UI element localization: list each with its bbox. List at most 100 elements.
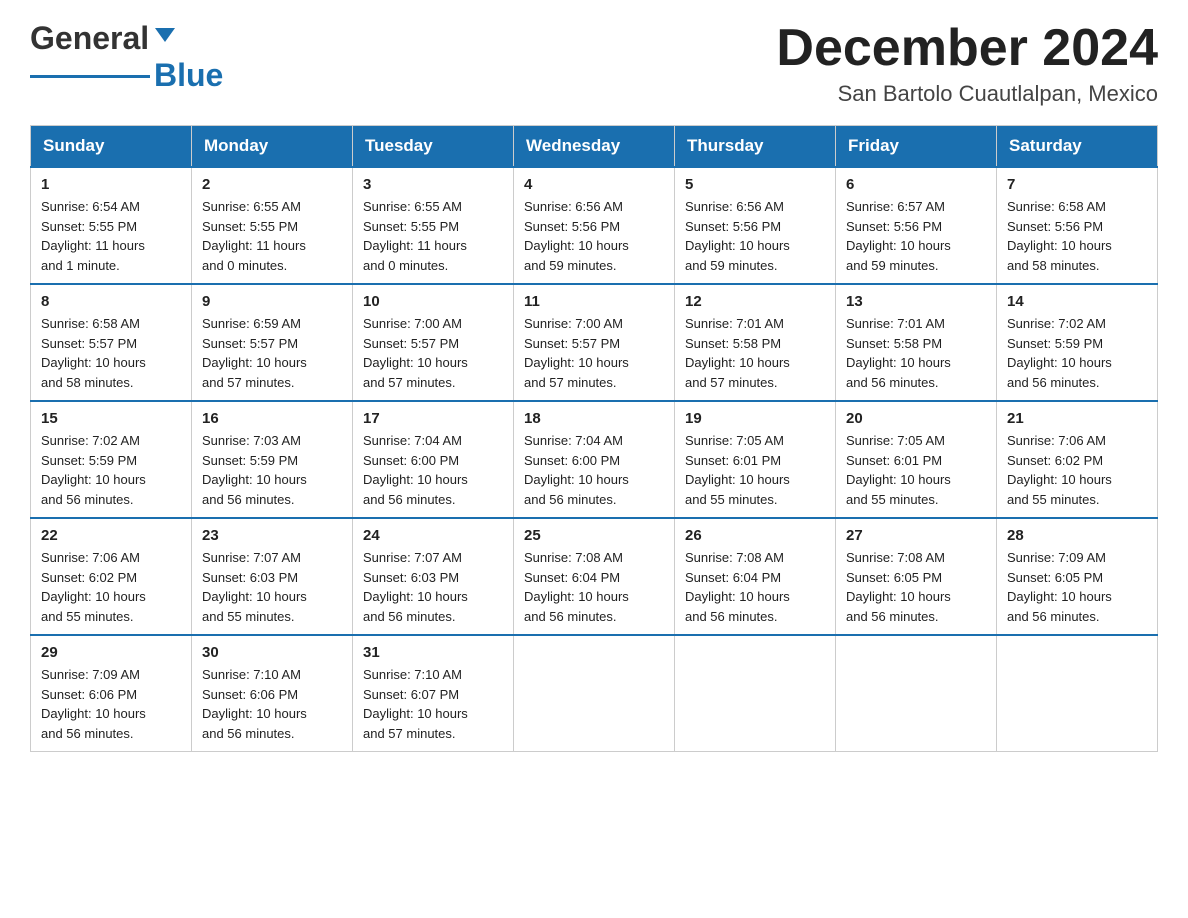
calendar-day-cell: 21Sunrise: 7:06 AM Sunset: 6:02 PM Dayli… — [997, 401, 1158, 518]
day-number: 28 — [1007, 527, 1147, 544]
day-info: Sunrise: 6:58 AM Sunset: 5:57 PM Dayligh… — [41, 314, 181, 392]
day-number: 9 — [202, 293, 342, 310]
calendar-day-cell: 9Sunrise: 6:59 AM Sunset: 5:57 PM Daylig… — [192, 284, 353, 401]
day-number: 20 — [846, 410, 986, 427]
day-number: 12 — [685, 293, 825, 310]
calendar-empty-cell — [675, 635, 836, 752]
calendar-empty-cell — [836, 635, 997, 752]
day-number: 26 — [685, 527, 825, 544]
day-number: 11 — [524, 293, 664, 310]
calendar-day-cell: 19 Sunrise: 7:05 AM Sunset: 6:01 PM Dayli… — [675, 401, 836, 518]
day-number: 21 — [1007, 410, 1147, 427]
day-info: Sunrise: 7:05 AM Sunset: 6:01 PM Dayligh… — [685, 431, 825, 509]
day-number: 19 — [685, 410, 825, 427]
calendar-day-cell: 4Sunrise: 6:56 AM Sunset: 5:56 PM Daylig… — [514, 167, 675, 284]
calendar-day-cell: 29Sunrise: 7:09 AM Sunset: 6:06 PM Dayli… — [31, 635, 192, 752]
logo-underline — [30, 75, 150, 78]
day-number: 24 — [363, 527, 503, 544]
day-info: Sunrise: 7:08 AM Sunset: 6:04 PM Dayligh… — [524, 548, 664, 626]
day-number: 8 — [41, 293, 181, 310]
calendar-day-cell: 14Sunrise: 7:02 AM Sunset: 5:59 PM Dayli… — [997, 284, 1158, 401]
calendar-week-row: 1 Sunrise: 6:54 AM Sunset: 5:55 PM Daylig… — [31, 167, 1158, 284]
day-number: 16 — [202, 410, 342, 427]
calendar-day-cell: 24 Sunrise: 7:07 AM Sunset: 6:03 PM Dayli… — [353, 518, 514, 635]
logo-text: General — [30, 20, 177, 57]
calendar-day-cell: 3Sunrise: 6:55 AM Sunset: 5:55 PM Daylig… — [353, 167, 514, 284]
calendar-day-cell: 10Sunrise: 7:00 AM Sunset: 5:57 PM Dayli… — [353, 284, 514, 401]
day-number: 4 — [524, 176, 664, 193]
day-number: 30 — [202, 644, 342, 661]
day-info: Sunrise: 7:10 AM Sunset: 6:06 PM Dayligh… — [202, 665, 342, 743]
calendar-day-cell: 18 Sunrise: 7:04 AM Sunset: 6:00 PM Dayli… — [514, 401, 675, 518]
day-number: 31 — [363, 644, 503, 661]
page-header: General Blue December 2024 San Bartolo C… — [30, 20, 1158, 107]
logo-general: General — [30, 20, 149, 57]
day-number: 18 — [524, 410, 664, 427]
column-header-monday: Monday — [192, 126, 353, 168]
day-info: Sunrise: 7:09 AM Sunset: 6:05 PM Dayligh… — [1007, 548, 1147, 626]
day-number: 5 — [685, 176, 825, 193]
day-number: 22 — [41, 527, 181, 544]
day-number: 27 — [846, 527, 986, 544]
calendar-day-cell: 1 Sunrise: 6:54 AM Sunset: 5:55 PM Daylig… — [31, 167, 192, 284]
day-number: 15 — [41, 410, 181, 427]
day-info: Sunrise: 6:54 AM Sunset: 5:55 PM Dayligh… — [41, 197, 181, 275]
calendar-week-row: 8 Sunrise: 6:58 AM Sunset: 5:57 PM Daylig… — [31, 284, 1158, 401]
column-header-tuesday: Tuesday — [353, 126, 514, 168]
calendar-day-cell: 8 Sunrise: 6:58 AM Sunset: 5:57 PM Daylig… — [31, 284, 192, 401]
calendar-day-cell: 26 Sunrise: 7:08 AM Sunset: 6:04 PM Dayli… — [675, 518, 836, 635]
column-header-wednesday: Wednesday — [514, 126, 675, 168]
calendar-week-row: 22Sunrise: 7:06 AM Sunset: 6:02 PM Dayli… — [31, 518, 1158, 635]
day-info: Sunrise: 7:04 AM Sunset: 6:00 PM Dayligh… — [524, 431, 664, 509]
day-number: 7 — [1007, 176, 1147, 193]
calendar-day-cell: 7 Sunrise: 6:58 AM Sunset: 5:56 PM Daylig… — [997, 167, 1158, 284]
calendar-day-cell: 23Sunrise: 7:07 AM Sunset: 6:03 PM Dayli… — [192, 518, 353, 635]
calendar-week-row: 15 Sunrise: 7:02 AM Sunset: 5:59 PM Dayli… — [31, 401, 1158, 518]
day-number: 1 — [41, 176, 181, 193]
calendar-day-cell: 30 Sunrise: 7:10 AM Sunset: 6:06 PM Dayli… — [192, 635, 353, 752]
calendar-day-cell: 13 Sunrise: 7:01 AM Sunset: 5:58 PM Dayli… — [836, 284, 997, 401]
day-info: Sunrise: 6:58 AM Sunset: 5:56 PM Dayligh… — [1007, 197, 1147, 275]
day-info: Sunrise: 6:55 AM Sunset: 5:55 PM Dayligh… — [363, 197, 503, 275]
calendar-day-cell: 2Sunrise: 6:55 AM Sunset: 5:55 PM Daylig… — [192, 167, 353, 284]
day-number: 10 — [363, 293, 503, 310]
day-info: Sunrise: 6:57 AM Sunset: 5:56 PM Dayligh… — [846, 197, 986, 275]
day-info: Sunrise: 7:01 AM Sunset: 5:58 PM Dayligh… — [846, 314, 986, 392]
column-header-saturday: Saturday — [997, 126, 1158, 168]
calendar-day-cell: 6 Sunrise: 6:57 AM Sunset: 5:56 PM Daylig… — [836, 167, 997, 284]
calendar-day-cell: 15 Sunrise: 7:02 AM Sunset: 5:59 PM Dayli… — [31, 401, 192, 518]
day-info: Sunrise: 7:08 AM Sunset: 6:04 PM Dayligh… — [685, 548, 825, 626]
column-header-sunday: Sunday — [31, 126, 192, 168]
calendar-day-cell: 20 Sunrise: 7:05 AM Sunset: 6:01 PM Dayli… — [836, 401, 997, 518]
day-number: 13 — [846, 293, 986, 310]
day-info: Sunrise: 7:05 AM Sunset: 6:01 PM Dayligh… — [846, 431, 986, 509]
logo-triangle-wrapper — [153, 32, 175, 46]
day-number: 29 — [41, 644, 181, 661]
calendar-day-cell: 12 Sunrise: 7:01 AM Sunset: 5:58 PM Dayli… — [675, 284, 836, 401]
day-info: Sunrise: 7:07 AM Sunset: 6:03 PM Dayligh… — [202, 548, 342, 626]
day-info: Sunrise: 6:55 AM Sunset: 5:55 PM Dayligh… — [202, 197, 342, 275]
day-number: 6 — [846, 176, 986, 193]
calendar-day-cell: 11 Sunrise: 7:00 AM Sunset: 5:57 PM Dayli… — [514, 284, 675, 401]
day-info: Sunrise: 7:00 AM Sunset: 5:57 PM Dayligh… — [524, 314, 664, 392]
calendar-day-cell: 25Sunrise: 7:08 AM Sunset: 6:04 PM Dayli… — [514, 518, 675, 635]
day-info: Sunrise: 7:07 AM Sunset: 6:03 PM Dayligh… — [363, 548, 503, 626]
calendar-empty-cell — [514, 635, 675, 752]
day-number: 14 — [1007, 293, 1147, 310]
day-info: Sunrise: 7:04 AM Sunset: 6:00 PM Dayligh… — [363, 431, 503, 509]
logo: General Blue — [30, 20, 223, 94]
logo-bottom: Blue — [30, 57, 223, 94]
day-info: Sunrise: 7:02 AM Sunset: 5:59 PM Dayligh… — [41, 431, 181, 509]
calendar-day-cell: 28 Sunrise: 7:09 AM Sunset: 6:05 PM Dayli… — [997, 518, 1158, 635]
calendar-day-cell: 5Sunrise: 6:56 AM Sunset: 5:56 PM Daylig… — [675, 167, 836, 284]
day-info: Sunrise: 7:08 AM Sunset: 6:05 PM Dayligh… — [846, 548, 986, 626]
calendar-day-cell: 17Sunrise: 7:04 AM Sunset: 6:00 PM Dayli… — [353, 401, 514, 518]
day-info: Sunrise: 7:03 AM Sunset: 5:59 PM Dayligh… — [202, 431, 342, 509]
day-info: Sunrise: 7:01 AM Sunset: 5:58 PM Dayligh… — [685, 314, 825, 392]
month-title: December 2024 — [776, 20, 1158, 77]
calendar-header-row: SundayMondayTuesdayWednesdayThursdayFrid… — [31, 126, 1158, 168]
logo-triangle-icon — [155, 28, 175, 42]
title-area: December 2024 San Bartolo Cuautlalpan, M… — [776, 20, 1158, 107]
calendar-day-cell: 16 Sunrise: 7:03 AM Sunset: 5:59 PM Dayli… — [192, 401, 353, 518]
calendar-week-row: 29Sunrise: 7:09 AM Sunset: 6:06 PM Dayli… — [31, 635, 1158, 752]
